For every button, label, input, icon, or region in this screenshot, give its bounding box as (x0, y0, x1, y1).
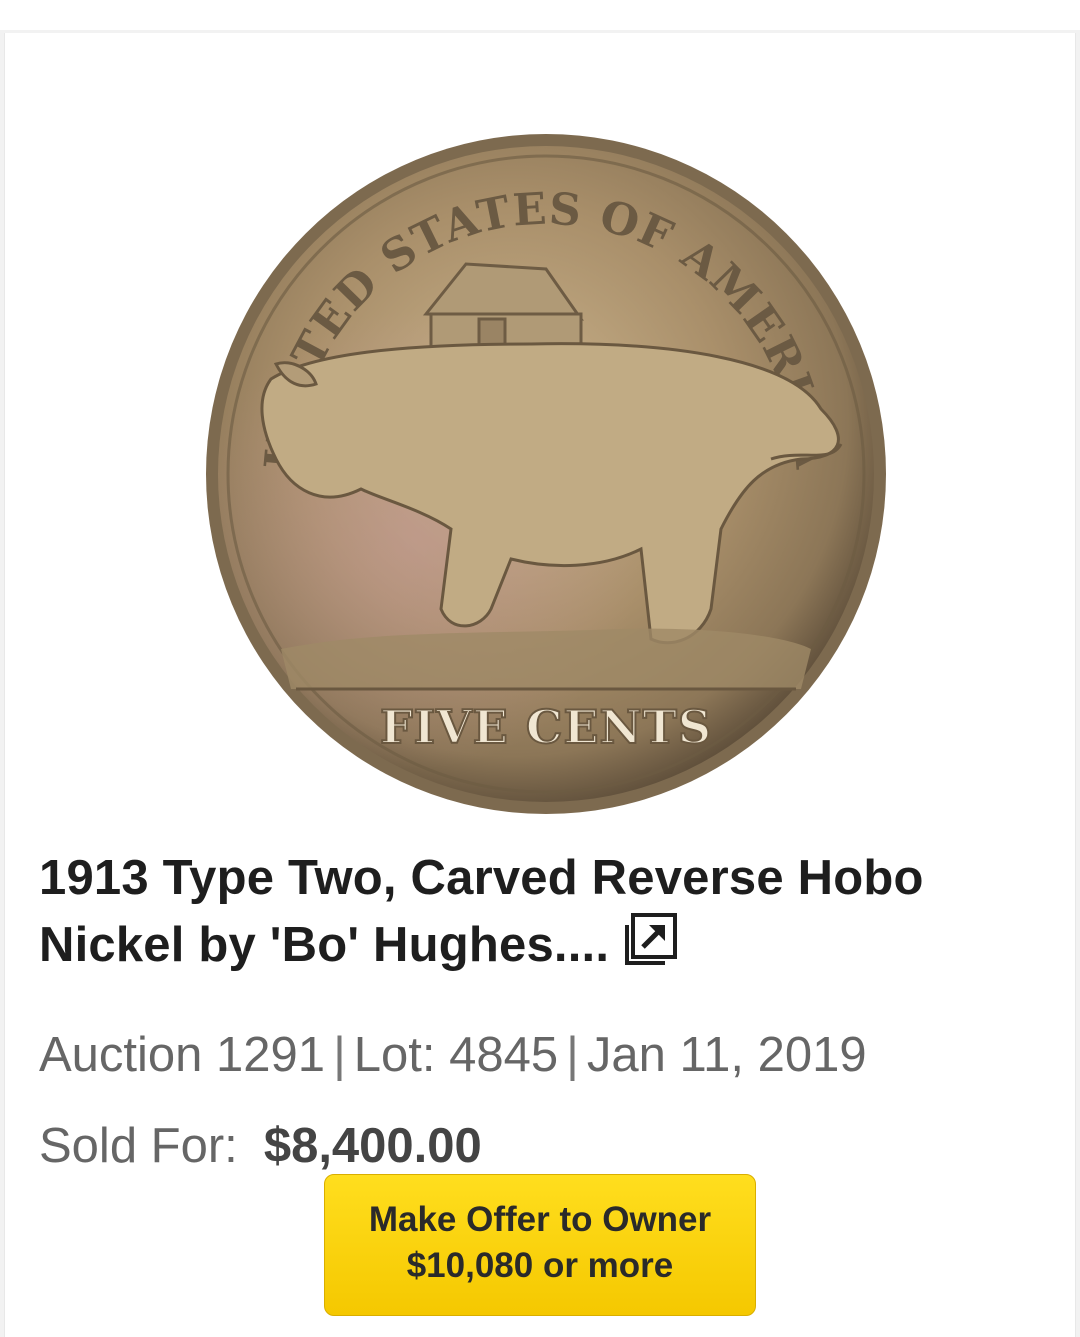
make-offer-button[interactable]: Make Offer to Owner $10,080 or more (324, 1174, 756, 1316)
coin-graphic: UNITED STATES OF AMERICA FIVE CENTS (206, 134, 886, 814)
top-bar (0, 0, 1080, 30)
listing-title-text[interactable]: 1913 Type Two, Carved Reverse Hobo Nicke… (39, 851, 924, 972)
sold-price: $8,400.00 (263, 1119, 482, 1173)
auction-meta: Auction 1291 | Lot: 4845 | Jan 11, 2019 (39, 1027, 867, 1083)
sold-label: Sold For: (39, 1119, 238, 1173)
listing-card: UNITED STATES OF AMERICA FIVE CENTS 1913… (4, 33, 1076, 1337)
coin-bottom-inscription: FIVE CENTS (380, 700, 712, 754)
lot-number: Lot: 4845 (353, 1028, 559, 1082)
external-link-icon[interactable] (623, 911, 679, 967)
auction-date: Jan 11, 2019 (586, 1028, 867, 1082)
auction-number[interactable]: Auction 1291 (39, 1028, 325, 1082)
make-offer-amount: $10,080 or more (406, 1246, 674, 1285)
separator: | (333, 1028, 346, 1082)
coin-image[interactable]: UNITED STATES OF AMERICA FIVE CENTS (201, 129, 891, 819)
separator: | (566, 1028, 579, 1082)
sold-row: Sold For: $8,400.00 (39, 1118, 482, 1174)
make-offer-label: Make Offer to Owner (368, 1200, 712, 1239)
listing-title[interactable]: 1913 Type Two, Carved Reverse Hobo Nicke… (39, 845, 979, 978)
